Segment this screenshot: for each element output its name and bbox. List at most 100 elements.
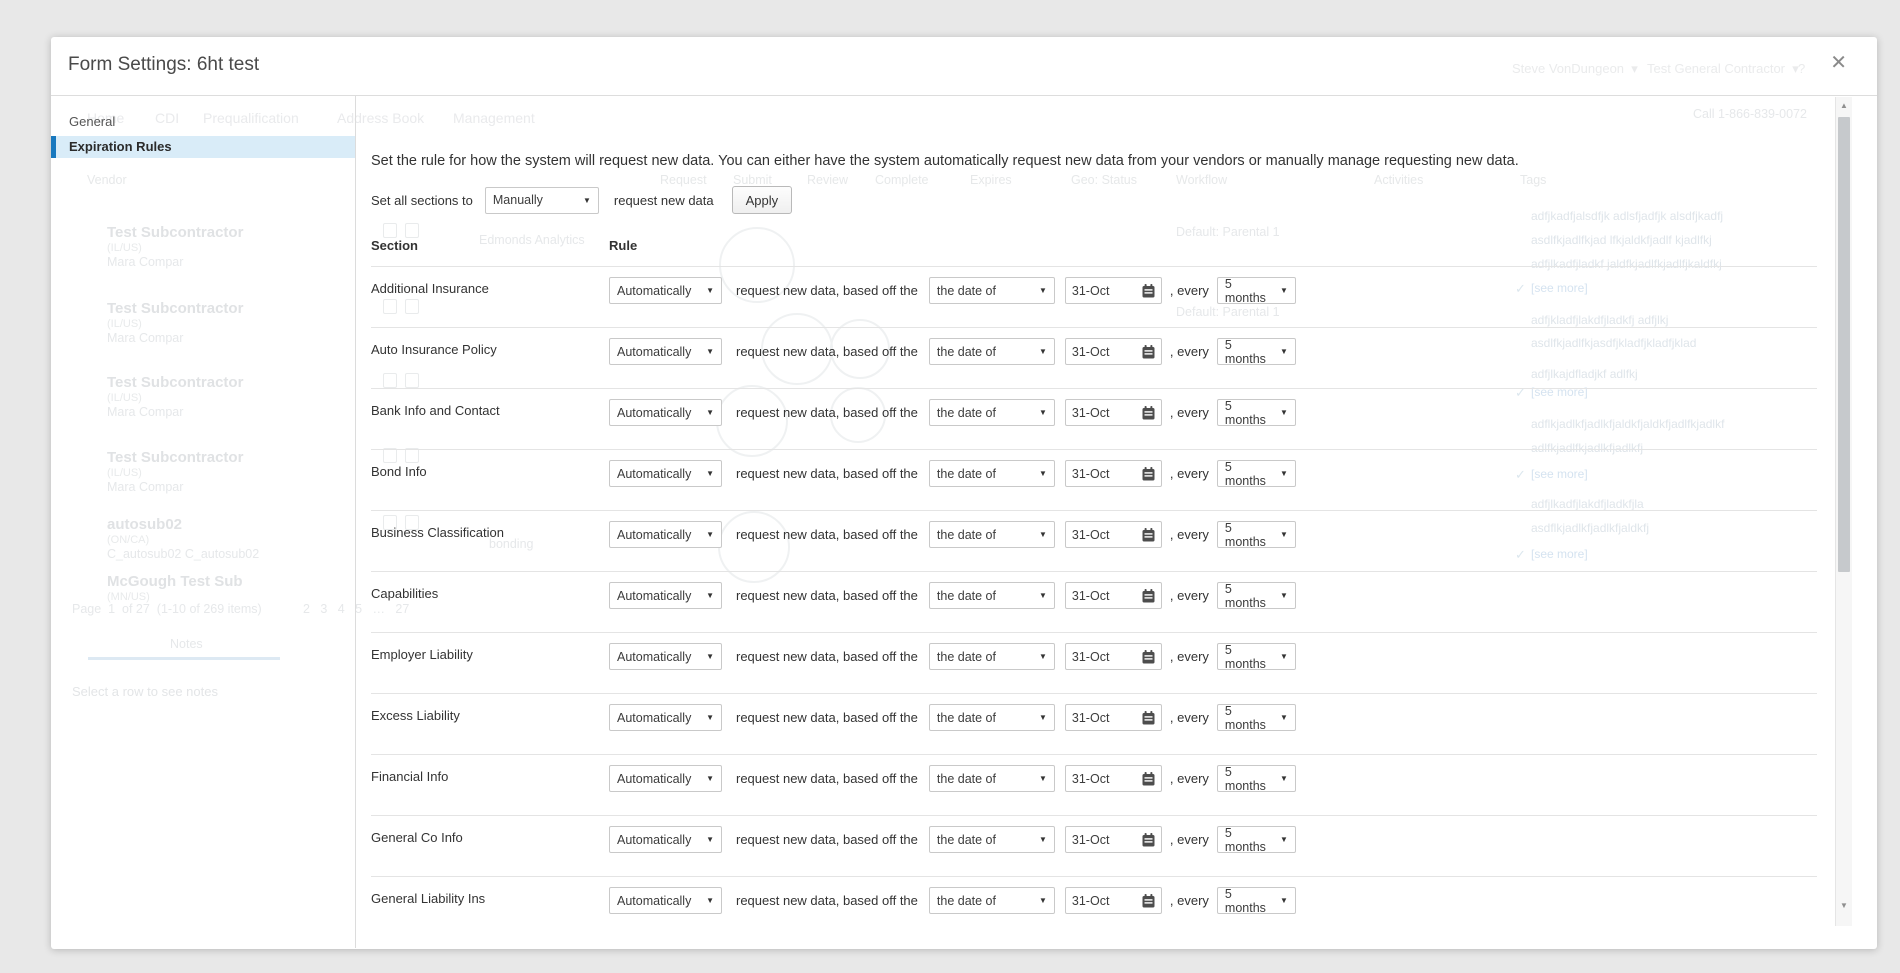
basis-dropdown[interactable]: the date of ▼	[929, 582, 1055, 609]
date-value: 31-Oct	[1072, 894, 1110, 908]
interval-dropdown[interactable]: 5 months ▼	[1217, 643, 1296, 670]
basis-value: the date of	[937, 772, 996, 786]
mode-dropdown[interactable]: Automatically ▼	[609, 643, 722, 670]
date-value: 31-Oct	[1072, 833, 1110, 847]
basis-dropdown[interactable]: the date of ▼	[929, 643, 1055, 670]
date-input[interactable]: 31-Oct	[1065, 338, 1162, 365]
sidebar-item-general[interactable]: General	[51, 110, 355, 133]
modal-header: Form Settings: 6ht test ✕	[51, 37, 1877, 96]
mode-dropdown[interactable]: Automatically ▼	[609, 582, 722, 609]
basis-dropdown[interactable]: the date of ▼	[929, 704, 1055, 731]
mode-dropdown[interactable]: Automatically ▼	[609, 460, 722, 487]
scroll-down-icon[interactable]: ▼	[1836, 898, 1852, 914]
interval-dropdown[interactable]: 5 months ▼	[1217, 460, 1296, 487]
rule-mid-text: request new data, based off the	[736, 893, 918, 908]
mode-value: Automatically	[617, 528, 691, 542]
date-input[interactable]: 31-Oct	[1065, 582, 1162, 609]
basis-dropdown[interactable]: the date of ▼	[929, 338, 1055, 365]
bulk-suffix-label: request new data	[614, 193, 714, 208]
calendar-icon	[1142, 772, 1155, 786]
calendar-icon	[1142, 284, 1155, 298]
rule-mid-text: request new data, based off the	[736, 710, 918, 725]
chevron-down-icon: ▼	[1280, 530, 1288, 539]
mode-value: Automatically	[617, 894, 691, 908]
mode-value: Automatically	[617, 711, 691, 725]
date-input[interactable]: 31-Oct	[1065, 521, 1162, 548]
set-all-sections-dropdown[interactable]: Manually ▼	[485, 187, 599, 214]
date-value: 31-Oct	[1072, 467, 1110, 481]
interval-dropdown[interactable]: 5 months ▼	[1217, 704, 1296, 731]
section-column-header: Section	[371, 238, 609, 253]
rule-column-header: Rule	[609, 238, 637, 253]
date-input[interactable]: 31-Oct	[1065, 704, 1162, 731]
chevron-down-icon: ▼	[1039, 591, 1047, 600]
interval-dropdown[interactable]: 5 months ▼	[1217, 338, 1296, 365]
mode-value: Automatically	[617, 589, 691, 603]
mode-dropdown[interactable]: Automatically ▼	[609, 338, 722, 365]
settings-sidebar: General Expiration Rules	[51, 96, 356, 948]
mode-dropdown[interactable]: Automatically ▼	[609, 704, 722, 731]
calendar-icon	[1142, 467, 1155, 481]
chevron-down-icon: ▼	[583, 196, 591, 205]
date-input[interactable]: 31-Oct	[1065, 887, 1162, 914]
date-value: 31-Oct	[1072, 528, 1110, 542]
every-text: , every	[1170, 527, 1209, 542]
rule-mid-text: request new data, based off the	[736, 283, 918, 298]
section-label: Auto Insurance Policy	[371, 338, 609, 357]
basis-dropdown[interactable]: the date of ▼	[929, 460, 1055, 487]
sidebar-item-expiration-rules[interactable]: Expiration Rules	[51, 136, 355, 158]
chevron-down-icon: ▼	[1039, 652, 1047, 661]
interval-value: 5 months	[1225, 643, 1274, 671]
mode-dropdown[interactable]: Automatically ▼	[609, 887, 722, 914]
section-label: Excess Liability	[371, 704, 609, 723]
rule-row: Bond Info Automatically ▼ request new da…	[371, 450, 1817, 511]
expiration-rules-panel: Set the rule for how the system will req…	[356, 96, 1877, 948]
basis-dropdown[interactable]: the date of ▼	[929, 277, 1055, 304]
basis-dropdown[interactable]: the date of ▼	[929, 765, 1055, 792]
mode-dropdown[interactable]: Automatically ▼	[609, 765, 722, 792]
mode-value: Automatically	[617, 406, 691, 420]
interval-dropdown[interactable]: 5 months ▼	[1217, 277, 1296, 304]
mode-value: Automatically	[617, 772, 691, 786]
mode-dropdown[interactable]: Automatically ▼	[609, 826, 722, 853]
interval-dropdown[interactable]: 5 months ▼	[1217, 826, 1296, 853]
scroll-up-icon[interactable]: ▲	[1836, 98, 1852, 114]
basis-value: the date of	[937, 467, 996, 481]
basis-dropdown[interactable]: the date of ▼	[929, 399, 1055, 426]
chevron-down-icon: ▼	[1280, 286, 1288, 295]
basis-dropdown[interactable]: the date of ▼	[929, 826, 1055, 853]
chevron-down-icon: ▼	[1280, 835, 1288, 844]
basis-value: the date of	[937, 528, 996, 542]
date-input[interactable]: 31-Oct	[1065, 765, 1162, 792]
mode-dropdown[interactable]: Automatically ▼	[609, 399, 722, 426]
rule-row: Additional Insurance Automatically ▼ req…	[371, 267, 1817, 328]
section-label: Business Classification	[371, 521, 609, 540]
interval-dropdown[interactable]: 5 months ▼	[1217, 399, 1296, 426]
calendar-icon	[1142, 528, 1155, 542]
interval-dropdown[interactable]: 5 months ▼	[1217, 887, 1296, 914]
chevron-down-icon: ▼	[706, 713, 714, 722]
interval-value: 5 months	[1225, 704, 1274, 732]
interval-dropdown[interactable]: 5 months ▼	[1217, 582, 1296, 609]
mode-dropdown[interactable]: Automatically ▼	[609, 277, 722, 304]
date-input[interactable]: 31-Oct	[1065, 277, 1162, 304]
date-input[interactable]: 31-Oct	[1065, 460, 1162, 487]
modal-scrollbar[interactable]: ▲ ▼	[1835, 97, 1852, 926]
scrollbar-thumb[interactable]	[1838, 117, 1850, 572]
every-text: , every	[1170, 649, 1209, 664]
apply-button[interactable]: Apply	[732, 186, 793, 214]
basis-dropdown[interactable]: the date of ▼	[929, 887, 1055, 914]
interval-dropdown[interactable]: 5 months ▼	[1217, 521, 1296, 548]
rule-row: General Liability Ins Automatically ▼ re…	[371, 877, 1817, 938]
interval-dropdown[interactable]: 5 months ▼	[1217, 765, 1296, 792]
date-input[interactable]: 31-Oct	[1065, 643, 1162, 670]
date-input[interactable]: 31-Oct	[1065, 399, 1162, 426]
mode-dropdown[interactable]: Automatically ▼	[609, 521, 722, 548]
every-text: , every	[1170, 466, 1209, 481]
close-icon[interactable]: ✕	[1830, 53, 1847, 73]
date-input[interactable]: 31-Oct	[1065, 826, 1162, 853]
interval-value: 5 months	[1225, 460, 1274, 488]
mode-value: Automatically	[617, 833, 691, 847]
basis-dropdown[interactable]: the date of ▼	[929, 521, 1055, 548]
section-label: Employer Liability	[371, 643, 609, 662]
